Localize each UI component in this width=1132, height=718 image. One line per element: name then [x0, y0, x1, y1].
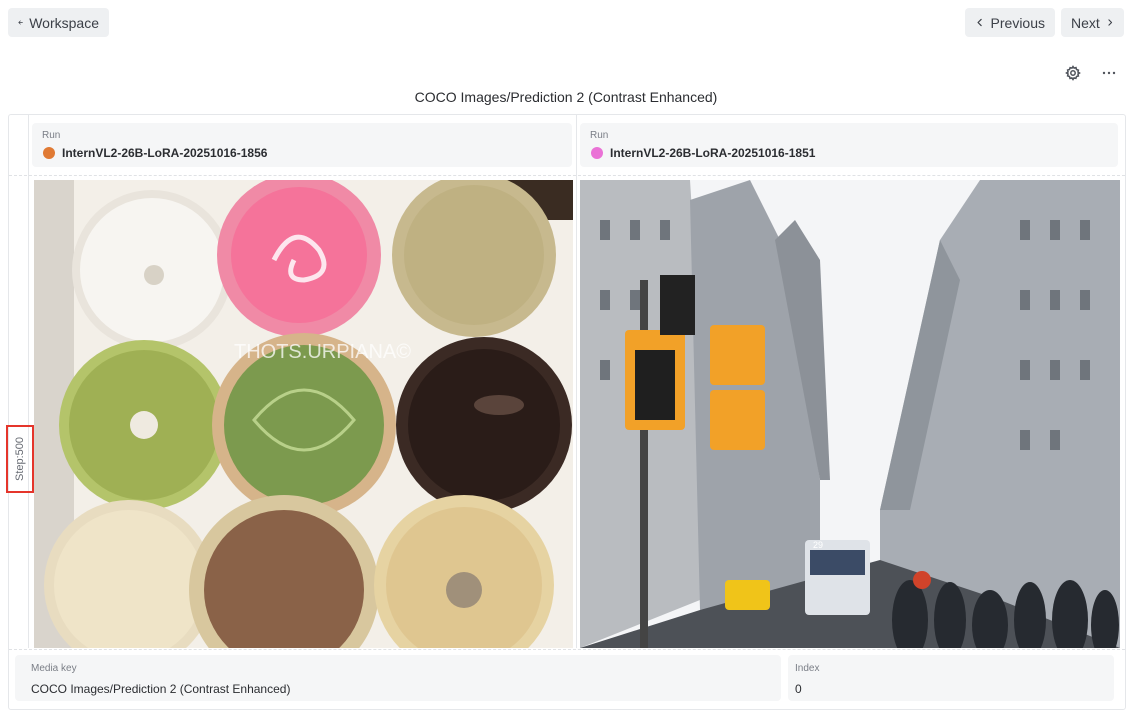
gear-icon: [1065, 65, 1081, 81]
arrow-left-icon: [18, 20, 23, 25]
more-horizontal-icon: [1102, 71, 1116, 75]
chevron-right-icon: [1108, 19, 1112, 26]
donuts-illustration: THOTS.URPIANA©: [34, 180, 573, 648]
run-color-dot: [591, 147, 603, 159]
step-row-label: Step:500: [6, 425, 34, 493]
media-key-card: Media key COCO Images/Prediction 2 (Cont…: [15, 655, 781, 701]
workspace-button-label: Workspace: [29, 14, 99, 31]
panel-title: COCO Images/Prediction 2 (Contrast Enhan…: [414, 89, 718, 105]
previous-button-label: Previous: [990, 14, 1045, 31]
column-divider: [576, 115, 577, 648]
city-street-illustration: 29: [580, 180, 1120, 648]
donuts-image[interactable]: THOTS.URPIANA©: [34, 180, 573, 648]
bus-number: 29: [813, 540, 823, 550]
run-name[interactable]: InternVL2-26B-LoRA-20251016-1851: [610, 146, 815, 160]
workspace-back-button[interactable]: Workspace: [8, 8, 109, 37]
index-label: Index: [795, 663, 820, 674]
row-header-divider: [28, 115, 29, 648]
settings-gear-button[interactable]: [1063, 63, 1083, 83]
step-label-text: Step:500: [14, 436, 27, 482]
run-color-dot: [43, 147, 55, 159]
index-card: Index 0: [788, 655, 1114, 701]
media-key-value: COCO Images/Prediction 2 (Contrast Enhan…: [31, 682, 291, 696]
index-value: 0: [795, 682, 802, 696]
run-label: Run: [42, 130, 61, 141]
run-label: Run: [590, 130, 609, 141]
media-key-label: Media key: [31, 663, 77, 674]
watermark-text: THOTS.URPIANA©: [234, 341, 411, 363]
footer-row-divider: [9, 649, 1125, 650]
run-header-1: Run InternVL2-26B-LoRA-20251016-1856: [32, 123, 572, 167]
run-name[interactable]: InternVL2-26B-LoRA-20251016-1856: [62, 146, 267, 160]
run-header-2: Run InternVL2-26B-LoRA-20251016-1851: [580, 123, 1118, 167]
chevron-left-icon: [977, 18, 982, 27]
previous-button[interactable]: Previous: [965, 8, 1055, 37]
header-row-divider: [9, 175, 1125, 176]
more-options-button[interactable]: [1099, 63, 1119, 83]
next-button[interactable]: Next: [1061, 8, 1124, 37]
city-street-image[interactable]: 29: [580, 180, 1120, 648]
next-button-label: Next: [1071, 14, 1100, 31]
